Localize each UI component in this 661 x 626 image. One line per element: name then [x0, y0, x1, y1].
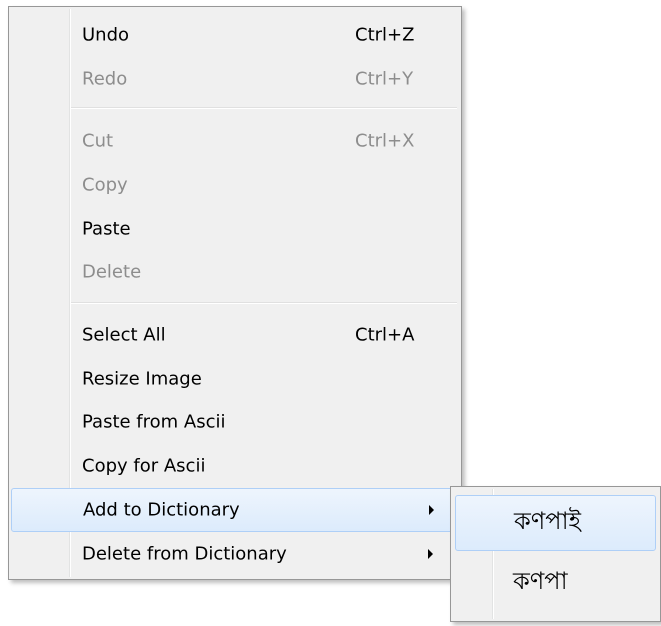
menu-item-label: Paste from Ascii	[82, 411, 226, 433]
menu-item-resize-image[interactable]: Resize Image	[11, 357, 459, 401]
menu-item-paste-from-ascii[interactable]: Paste from Ascii	[11, 400, 459, 444]
menu-item-copy[interactable]: Copy	[11, 163, 459, 207]
menu-item-label: Undo	[82, 24, 130, 46]
dictionary-submenu: কণপাই কণপা	[450, 486, 661, 622]
menu-item-label: Resize Image	[82, 368, 202, 390]
menu-item-redo[interactable]: Redo Ctrl+Y	[11, 57, 459, 101]
menu-item-label: Redo	[82, 68, 128, 90]
menu-item-delete-from-dictionary[interactable]: Delete from Dictionary	[11, 532, 459, 576]
submenu-item-label: কণপাই	[514, 507, 582, 535]
menu-item-shortcut: Ctrl+Z	[355, 24, 415, 46]
menu-separator	[71, 302, 457, 304]
screen: Undo Ctrl+Z Redo Ctrl+Y Cut Ctrl+X Copy …	[0, 0, 661, 626]
menu-item-cut[interactable]: Cut Ctrl+X	[11, 119, 459, 163]
menu-item-label: Delete from Dictionary	[82, 543, 287, 565]
menu-item-label: Paste	[82, 218, 131, 240]
menu-item-shortcut: Ctrl+A	[355, 324, 415, 346]
submenu-item-label: কণপা	[513, 567, 568, 595]
menu-item-shortcut: Ctrl+Y	[355, 68, 414, 90]
menu-item-label: Add to Dictionary	[83, 499, 240, 521]
menu-item-undo[interactable]: Undo Ctrl+Z	[11, 13, 459, 57]
chevron-right-icon	[428, 549, 433, 559]
menu-item-label: Delete	[82, 261, 142, 283]
menu-item-label: Cut	[82, 130, 114, 152]
menu-item-select-all[interactable]: Select All Ctrl+A	[11, 313, 459, 357]
menu-item-paste[interactable]: Paste	[11, 207, 459, 251]
chevron-right-icon	[429, 505, 434, 515]
menu-item-copy-for-ascii[interactable]: Copy for Ascii	[11, 444, 459, 488]
submenu-item-suggestion[interactable]: কণপা	[455, 555, 656, 611]
menu-item-label: Copy for Ascii	[82, 455, 206, 477]
menu-item-add-to-dictionary[interactable]: Add to Dictionary	[11, 488, 459, 532]
submenu-item-suggestion[interactable]: কণপাই	[455, 495, 656, 551]
menu-item-label: Copy	[82, 174, 128, 196]
menu-separator	[71, 107, 457, 109]
menu-item-shortcut: Ctrl+X	[355, 130, 415, 152]
context-menu: Undo Ctrl+Z Redo Ctrl+Y Cut Ctrl+X Copy …	[8, 6, 462, 580]
menu-item-label: Select All	[82, 324, 166, 346]
menu-item-delete[interactable]: Delete	[11, 250, 459, 294]
